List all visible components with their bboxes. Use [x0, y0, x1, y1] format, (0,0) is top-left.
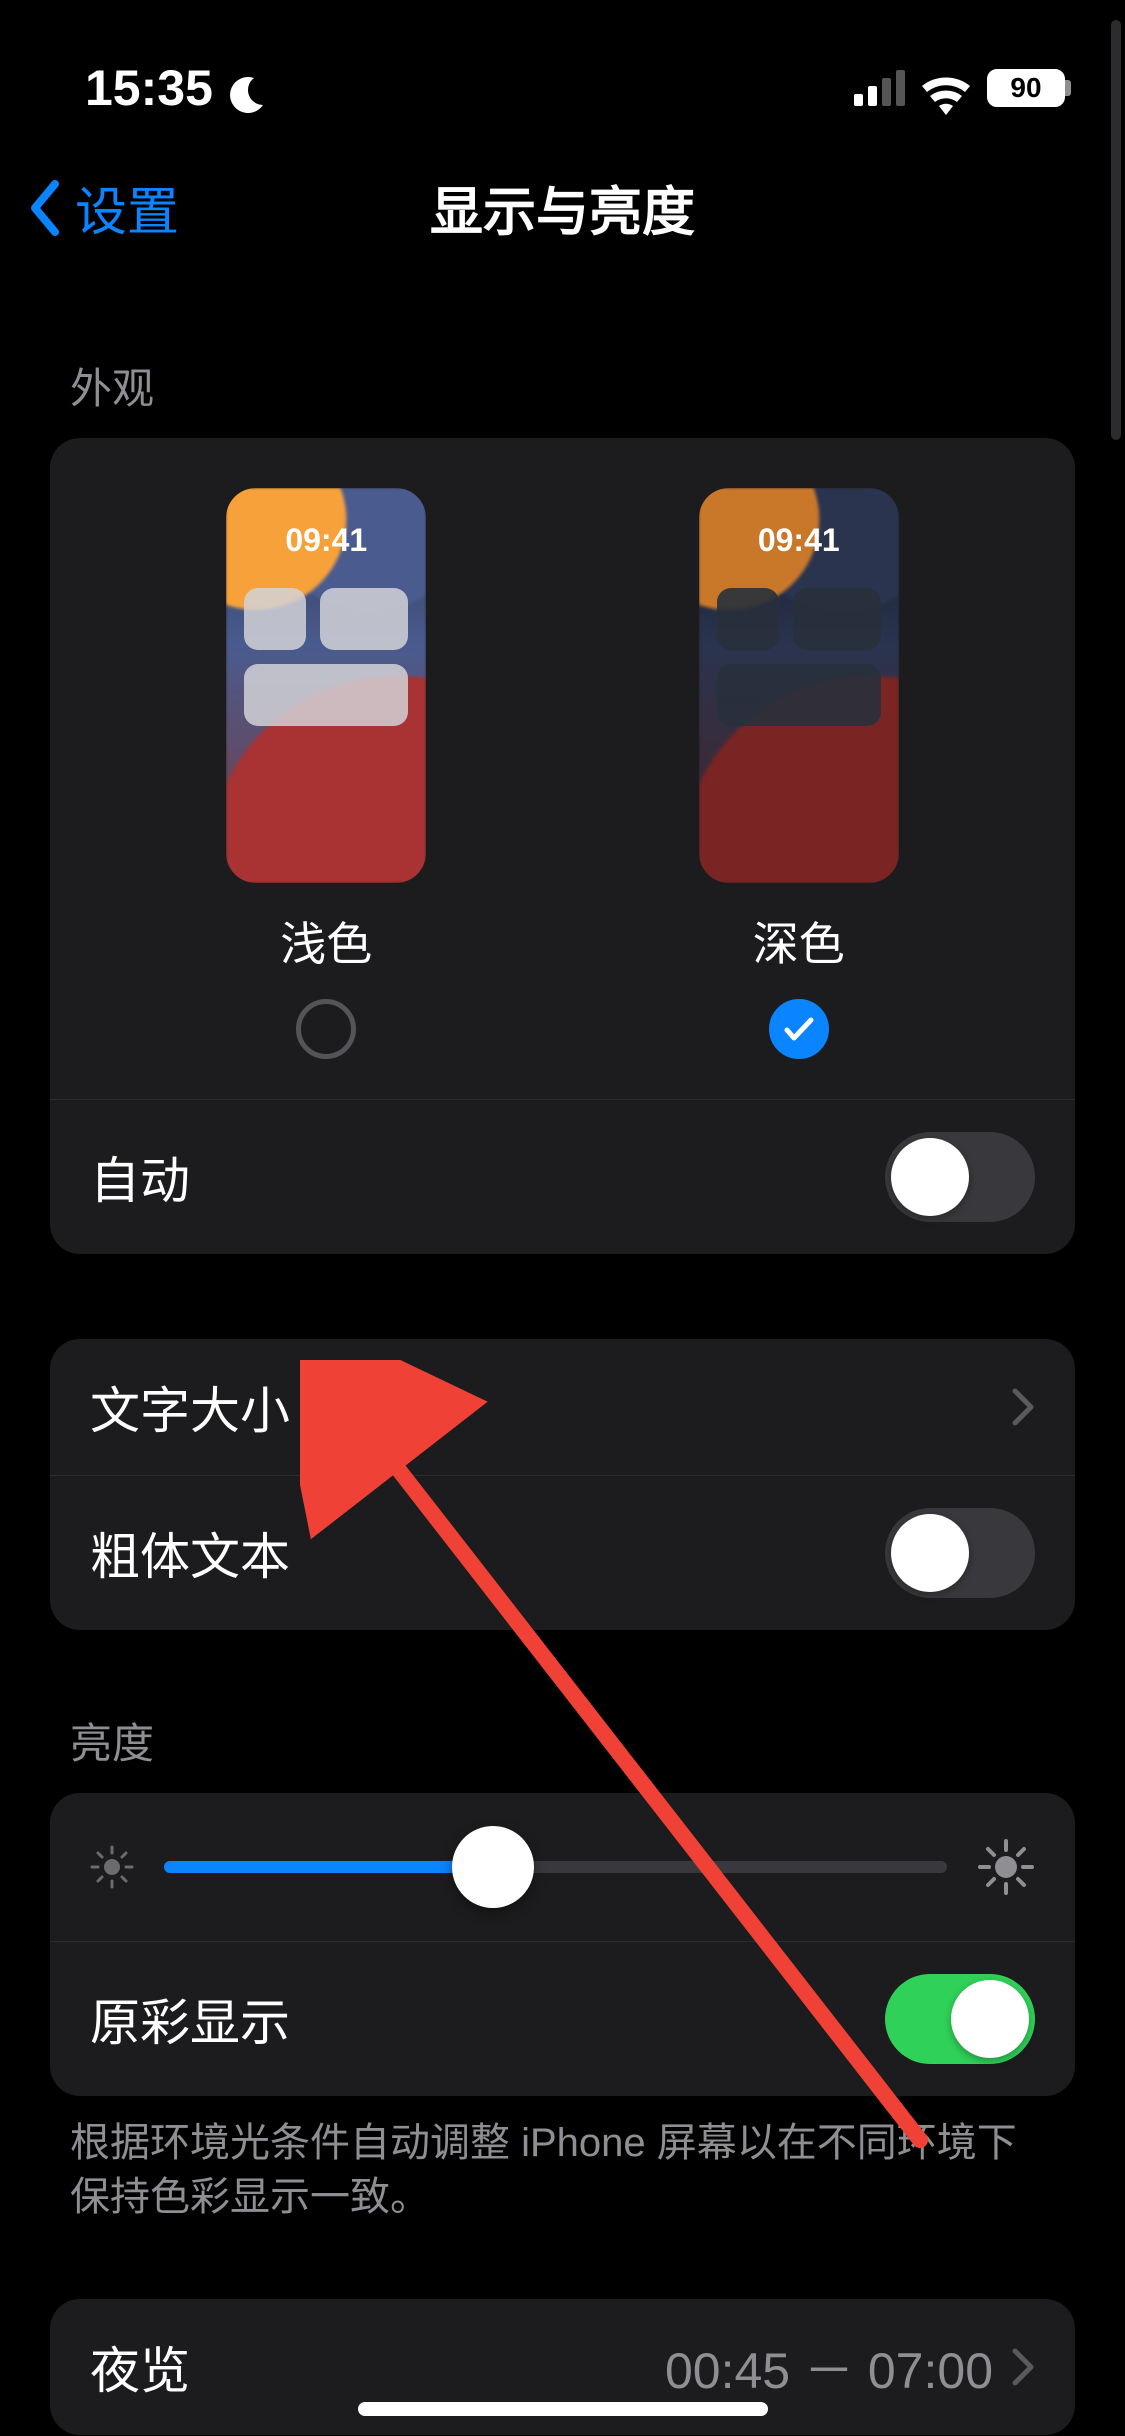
home-indicator: [358, 2402, 768, 2416]
appearance-option-light[interactable]: 09:41 浅色: [226, 488, 426, 1059]
battery-indicator: 90: [987, 69, 1065, 107]
brightness-slider[interactable]: [164, 1861, 947, 1873]
preview-time: 09:41: [226, 522, 426, 559]
light-label: 浅色: [280, 908, 372, 974]
true-tone-footer: 根据环境光条件自动调整 iPhone 屏幕以在不同环境下保持色彩显示一致。: [50, 2096, 1075, 2224]
navigation-bar: 设置 显示与亮度: [0, 140, 1125, 275]
brightness-slider-thumb[interactable]: [452, 1826, 534, 1908]
preview-time: 09:41: [699, 522, 899, 559]
chevron-right-icon: [1011, 1387, 1035, 1427]
brightness-card: 原彩显示: [50, 1793, 1075, 2096]
checkmark-icon: [782, 1012, 816, 1046]
page-title: 显示与亮度: [430, 170, 695, 246]
night-shift-label: 夜览: [90, 2331, 190, 2403]
dark-preview-icon: 09:41: [699, 488, 899, 883]
sun-max-icon: [977, 1838, 1035, 1896]
light-preview-icon: 09:41: [226, 488, 426, 883]
auto-appearance-toggle[interactable]: [885, 1132, 1035, 1222]
dark-radio[interactable]: [769, 999, 829, 1059]
auto-appearance-row: 自动: [50, 1099, 1075, 1254]
status-right: 90: [854, 69, 1065, 107]
section-header-appearance: 外观: [50, 275, 1075, 438]
brightness-slider-row: [50, 1793, 1075, 1941]
appearance-option-dark[interactable]: 09:41 深色: [699, 488, 899, 1059]
chevron-right-icon: [1011, 2347, 1035, 2387]
dark-label: 深色: [753, 908, 845, 974]
appearance-card: 09:41 浅色 09:41 深: [50, 438, 1075, 1254]
auto-label: 自动: [90, 1141, 190, 1213]
bold-text-row: 粗体文本: [50, 1475, 1075, 1630]
back-button[interactable]: 设置: [25, 140, 179, 275]
sun-min-icon: [90, 1845, 134, 1889]
content: 外观 09:41 浅色 09:41: [0, 275, 1125, 2435]
wifi-icon: [921, 69, 971, 107]
light-radio[interactable]: [296, 999, 356, 1059]
section-header-brightness: 亮度: [50, 1630, 1075, 1793]
status-left: 15:35: [85, 59, 267, 117]
cellular-signal-icon: [854, 70, 905, 106]
status-bar: 15:35 90: [0, 0, 1125, 140]
battery-percentage: 90: [1010, 72, 1041, 104]
appearance-grid: 09:41 浅色 09:41 深: [50, 438, 1075, 1099]
night-shift-schedule: 00:45 － 07:00: [665, 2331, 993, 2403]
bold-text-label: 粗体文本: [90, 1517, 290, 1589]
chevron-left-icon: [25, 178, 65, 238]
scroll-edge-indicator: [1111, 20, 1121, 440]
back-label: 设置: [75, 170, 179, 245]
text-size-row[interactable]: 文字大小: [50, 1339, 1075, 1475]
status-time: 15:35: [85, 59, 213, 117]
bold-text-toggle[interactable]: [885, 1508, 1035, 1598]
text-card: 文字大小 粗体文本: [50, 1339, 1075, 1630]
true-tone-label: 原彩显示: [90, 1983, 290, 2055]
true-tone-row: 原彩显示: [50, 1941, 1075, 2096]
true-tone-toggle[interactable]: [885, 1974, 1035, 2064]
text-size-label: 文字大小: [90, 1371, 290, 1443]
do-not-disturb-icon: [227, 68, 267, 108]
